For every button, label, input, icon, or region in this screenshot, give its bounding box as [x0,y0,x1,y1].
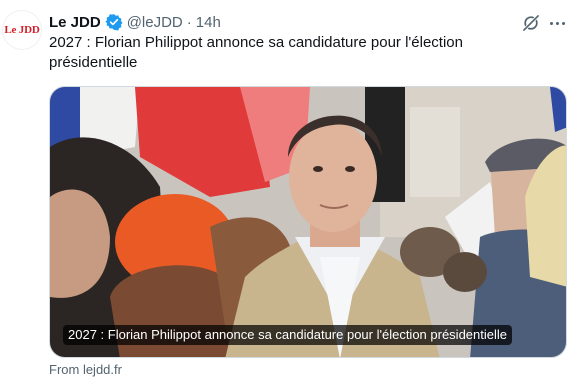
more-dot [549,21,553,25]
avatar[interactable]: Le JDD [2,10,42,50]
more-dot [561,21,565,25]
author-handle[interactable]: @leJDD [127,14,183,31]
avatar-logo-text: Le JDD [4,24,40,36]
timestamp[interactable]: 14h [196,14,221,31]
photo-illustration [50,87,566,357]
more-options-icon[interactable] [546,11,568,35]
media-caption: 2027 : Florian Philippot annonce sa cand… [63,325,512,345]
grok-icon[interactable] [519,11,543,35]
verified-badge-icon[interactable] [105,13,123,31]
separator-dot: · [186,13,192,31]
tweet-photo[interactable]: 2027 : Florian Philippot annonce sa cand… [49,86,567,358]
author-display-name[interactable]: Le JDD [49,14,101,31]
more-dot [555,21,559,25]
tweet-header: Le JDD @leJDD · 14h [49,11,221,33]
tweet-text: 2027 : Florian Philippot annonce sa cand… [49,34,463,71]
